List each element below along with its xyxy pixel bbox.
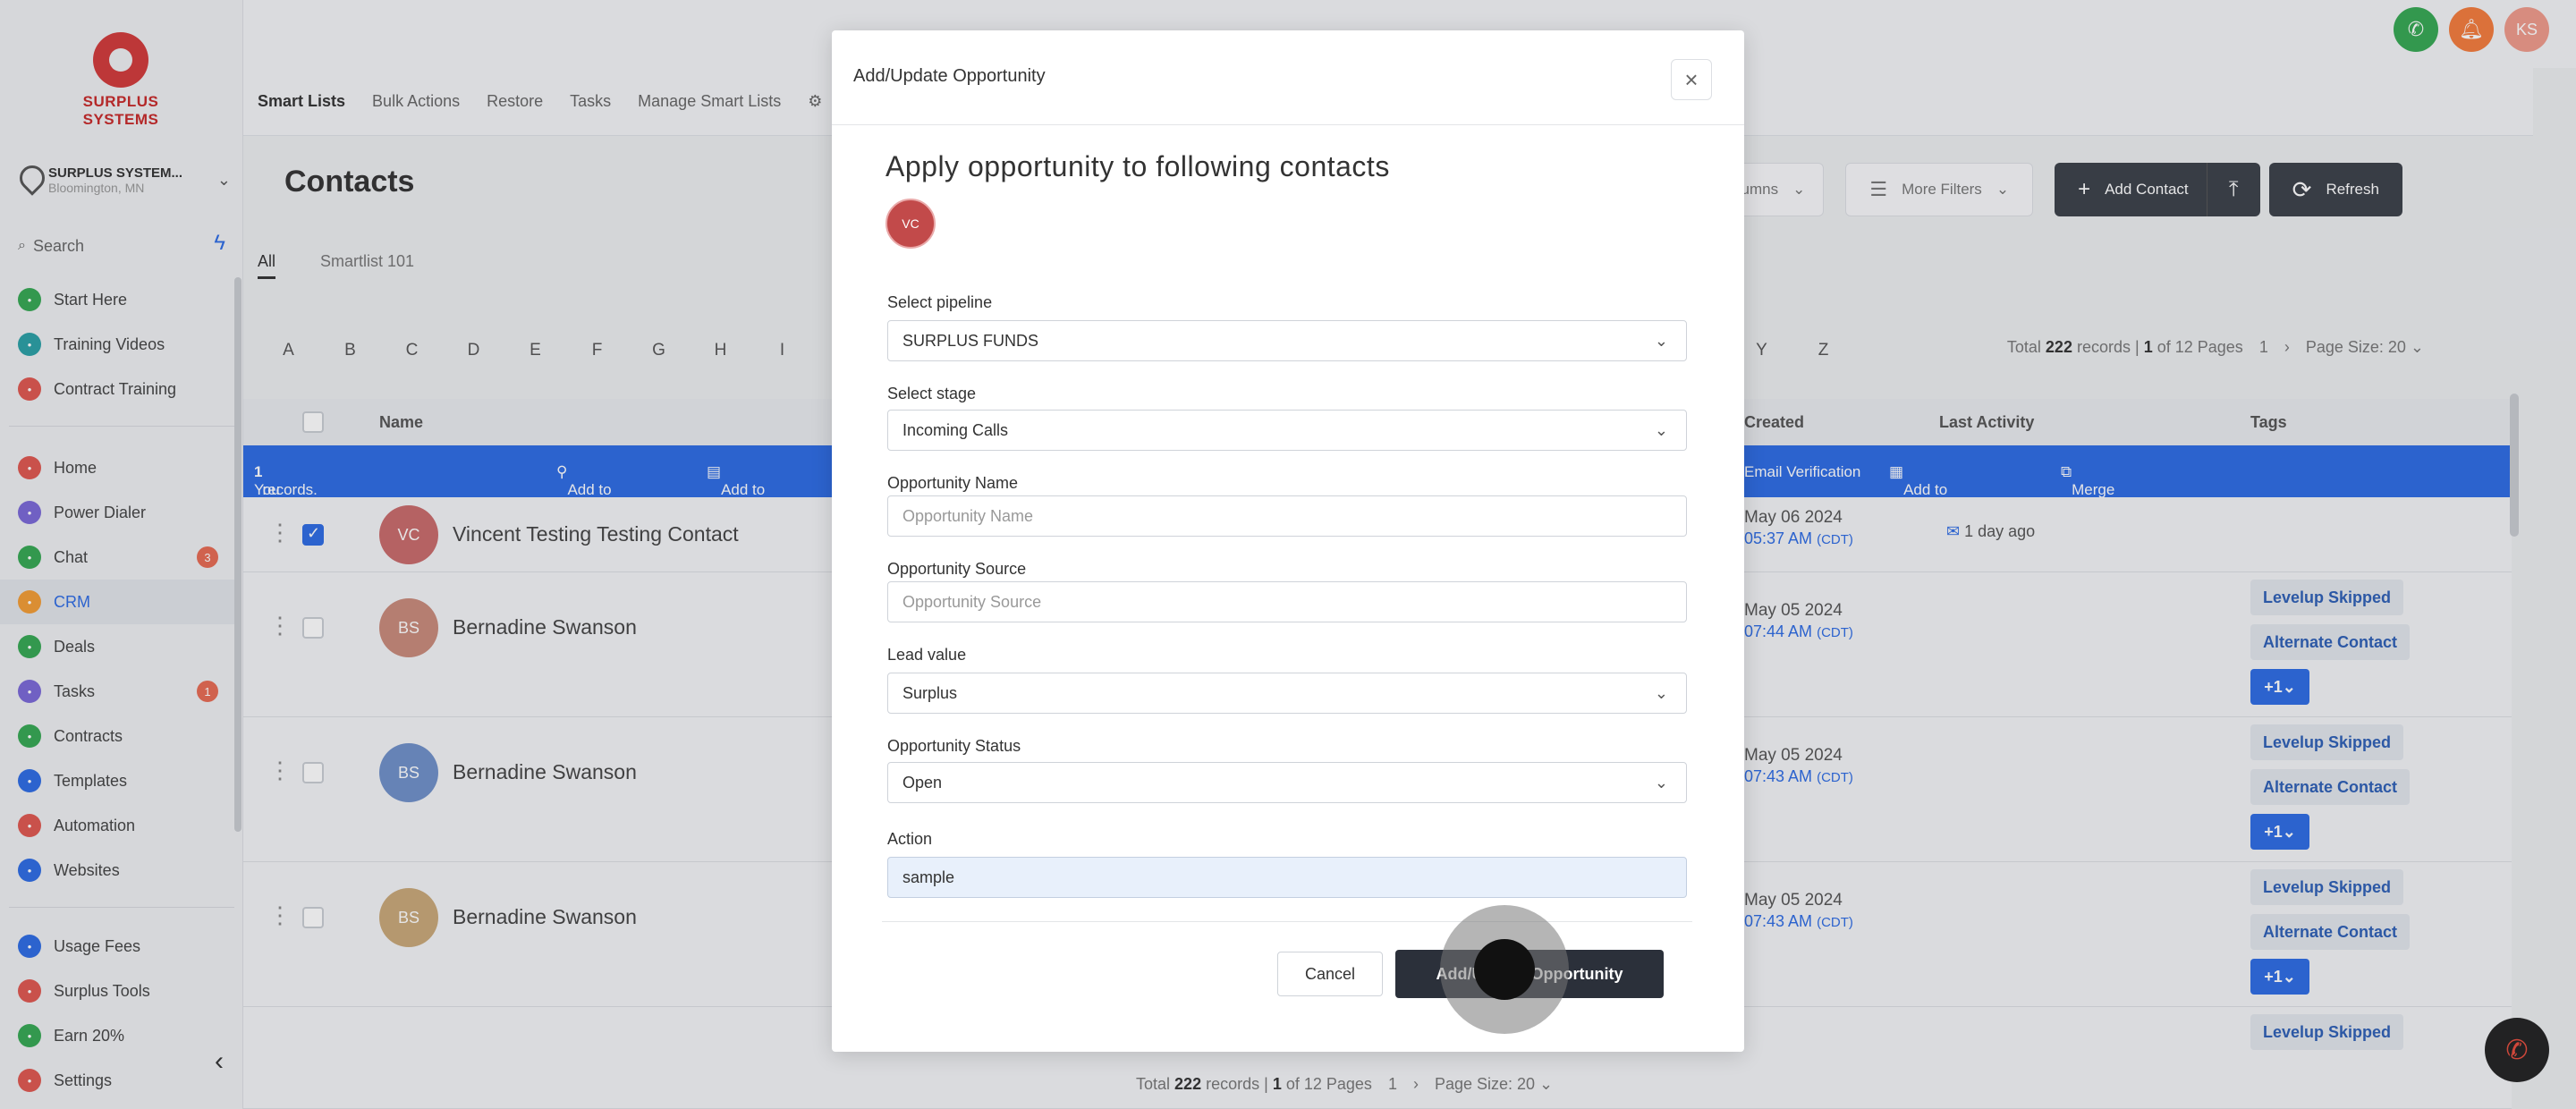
opportunity-status-value: Open — [902, 773, 943, 792]
modal-footer-divider — [882, 921, 1692, 922]
pipeline-label: Select pipeline — [887, 293, 993, 311]
modal-title: Add/Update Opportunity — [853, 66, 1046, 86]
cancel-button[interactable]: Cancel — [1277, 952, 1383, 996]
chevron-down-icon: ⌄ — [1654, 332, 1668, 350]
stage-value: Incoming Calls — [902, 420, 1009, 439]
stage-label: Select stage — [887, 385, 977, 402]
modal-header: Add/Update Opportunity × — [832, 30, 1744, 125]
opportunity-name-input[interactable]: Opportunity Name — [887, 495, 1687, 537]
lead-value: Surplus — [902, 683, 958, 702]
lead-value-label: Lead value — [887, 646, 967, 664]
contact-avatar: VC — [886, 199, 936, 249]
opportunity-source-input[interactable]: Opportunity Source — [887, 581, 1687, 622]
modal-heading: Apply opportunity to following contacts — [886, 150, 1390, 182]
opportunity-status-select[interactable]: Open ⌄ — [887, 762, 1687, 803]
chevron-down-icon: ⌄ — [1654, 684, 1668, 702]
opportunity-source-placeholder: Opportunity Source — [902, 592, 1042, 611]
chevron-down-icon: ⌄ — [1654, 774, 1668, 792]
chevron-down-icon: ⌄ — [1654, 421, 1668, 439]
opportunity-status-label: Opportunity Status — [887, 737, 1021, 755]
lead-value-select[interactable]: Surplus ⌄ — [887, 673, 1687, 714]
close-icon[interactable]: × — [1671, 59, 1712, 100]
opportunity-name-placeholder: Opportunity Name — [902, 506, 1034, 525]
action-label: Action — [887, 830, 933, 848]
stage-select[interactable]: Incoming Calls ⌄ — [887, 410, 1687, 451]
pipeline-select[interactable]: SURPLUS FUNDS ⌄ — [887, 320, 1687, 361]
cursor-indicator — [1474, 939, 1535, 1000]
add-update-opportunity-modal: Add/Update Opportunity × Apply opportuni… — [832, 30, 1744, 1052]
opportunity-source-label: Opportunity Source — [887, 560, 1027, 578]
opportunity-name-label: Opportunity Name — [887, 474, 1019, 492]
action-value: sample — [902, 868, 955, 886]
pipeline-value: SURPLUS FUNDS — [902, 331, 1039, 350]
action-input[interactable]: sample — [887, 857, 1687, 898]
